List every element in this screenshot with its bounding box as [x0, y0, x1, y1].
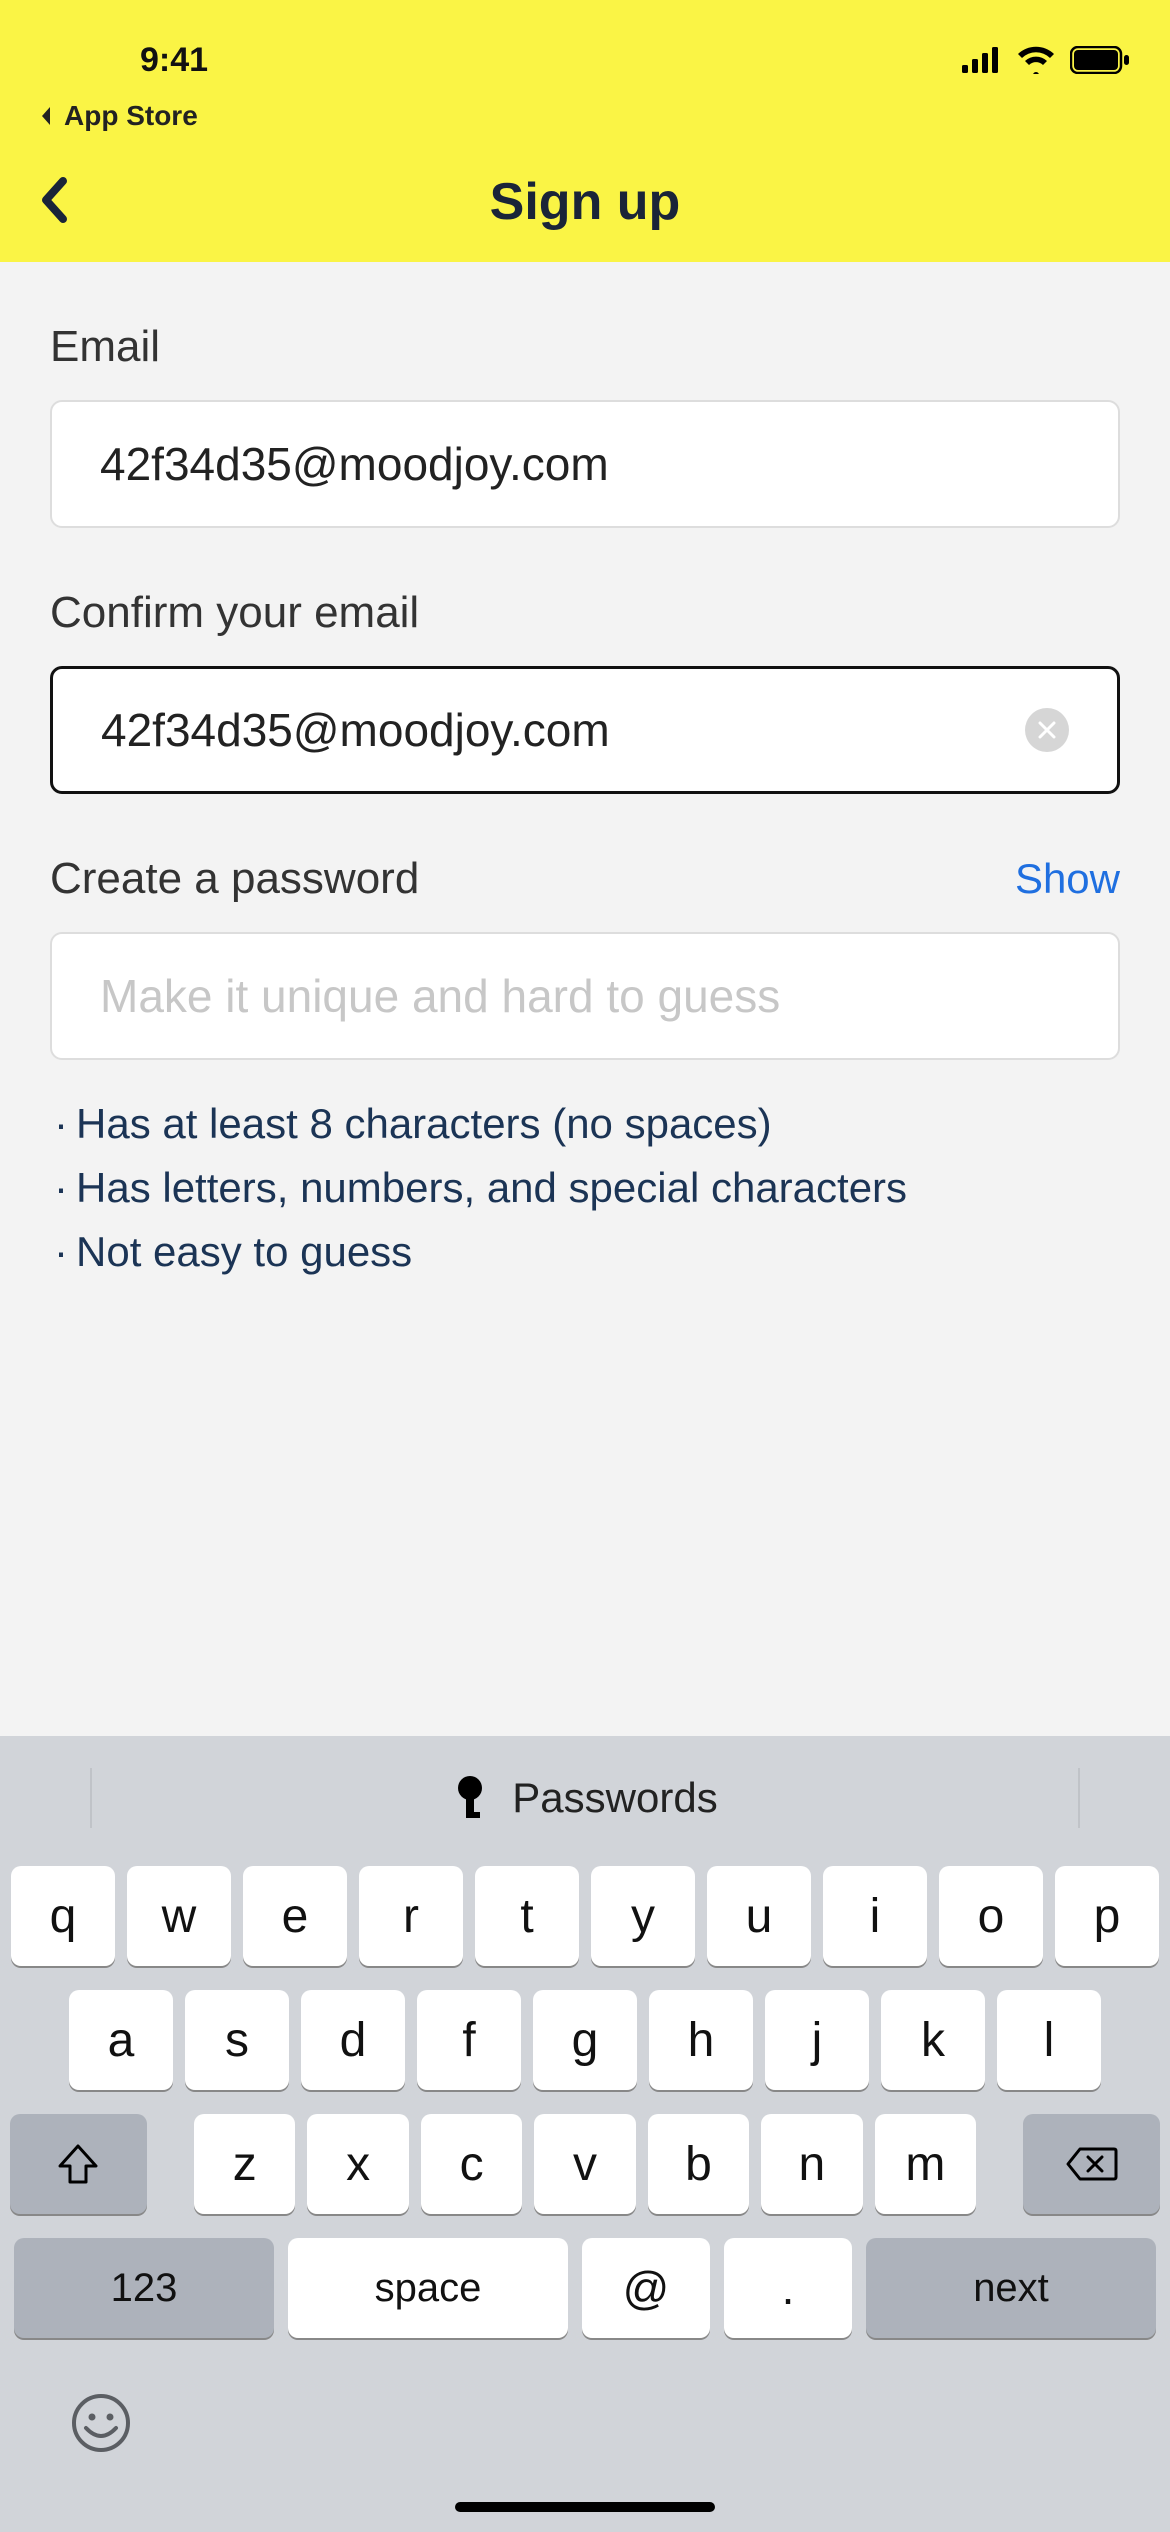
numbers-key[interactable]: 123 — [14, 2238, 274, 2338]
status-icons — [962, 46, 1130, 74]
key-d[interactable]: d — [301, 1990, 405, 2090]
key-l[interactable]: l — [997, 1990, 1101, 2090]
key-x[interactable]: x — [307, 2114, 408, 2214]
caret-left-icon — [38, 105, 54, 127]
key-u[interactable]: u — [707, 1866, 811, 1966]
key-c[interactable]: c — [421, 2114, 522, 2214]
key-o[interactable]: o — [939, 1866, 1043, 1966]
email-group: Email 42f34d35@moodjoy.com — [50, 322, 1120, 528]
key-g[interactable]: g — [533, 1990, 637, 2090]
confirm-email-value: 42f34d35@moodjoy.com — [101, 703, 1025, 757]
confirm-email-field[interactable]: 42f34d35@moodjoy.com — [50, 666, 1120, 794]
dot-key[interactable]: . — [724, 2238, 852, 2338]
keyboard-row-3: z x c v b n m — [10, 2114, 1160, 2214]
key-z[interactable]: z — [194, 2114, 295, 2214]
password-group: Create a password Show Make it unique an… — [50, 854, 1120, 1283]
key-f[interactable]: f — [417, 1990, 521, 2090]
clear-button[interactable] — [1025, 708, 1069, 752]
back-button[interactable] — [38, 177, 70, 228]
rule-item: ·Has letters, numbers, and special chara… — [52, 1156, 1120, 1220]
key-icon — [452, 1774, 488, 1822]
password-rules: ·Has at least 8 characters (no spaces) ·… — [50, 1092, 1120, 1283]
signup-form: Email 42f34d35@moodjoy.com Confirm your … — [0, 262, 1170, 1283]
key-b[interactable]: b — [648, 2114, 749, 2214]
key-a[interactable]: a — [69, 1990, 173, 2090]
keyboard-row-1: q w e r t y u i o p — [10, 1866, 1160, 1966]
keyboard-row-4: 123 space @ . next — [10, 2238, 1160, 2338]
emoji-icon — [70, 2392, 132, 2454]
passwords-suggestion: Passwords — [512, 1774, 717, 1822]
cellular-icon — [962, 47, 1002, 73]
key-p[interactable]: p — [1055, 1866, 1159, 1966]
key-j[interactable]: j — [765, 1990, 869, 2090]
at-key[interactable]: @ — [582, 2238, 710, 2338]
close-icon — [1038, 721, 1056, 739]
chevron-left-icon — [38, 177, 70, 223]
rule-item: ·Has at least 8 characters (no spaces) — [52, 1092, 1120, 1156]
key-v[interactable]: v — [534, 2114, 635, 2214]
key-k[interactable]: k — [881, 1990, 985, 2090]
key-s[interactable]: s — [185, 1990, 289, 2090]
home-indicator[interactable] — [455, 2502, 715, 2512]
key-t[interactable]: t — [475, 1866, 579, 1966]
status-time: 9:41 — [40, 41, 208, 80]
back-to-appstore[interactable]: App Store — [0, 100, 1170, 142]
wifi-icon — [1016, 46, 1056, 74]
rule-item: ·Not easy to guess — [52, 1220, 1120, 1284]
key-r[interactable]: r — [359, 1866, 463, 1966]
status-bar: 9:41 — [0, 0, 1170, 100]
email-value: 42f34d35@moodjoy.com — [100, 437, 1070, 491]
show-password-link[interactable]: Show — [1015, 855, 1120, 903]
back-appstore-label: App Store — [64, 100, 198, 132]
key-q[interactable]: q — [11, 1866, 115, 1966]
keyboard-suggestion-bar[interactable]: Passwords — [0, 1748, 1170, 1848]
email-field[interactable]: 42f34d35@moodjoy.com — [50, 400, 1120, 528]
page-title: Sign up — [0, 172, 1170, 232]
backspace-icon — [1066, 2145, 1118, 2183]
next-key[interactable]: next — [866, 2238, 1156, 2338]
emoji-key[interactable] — [70, 2392, 132, 2459]
password-placeholder: Make it unique and hard to guess — [100, 969, 780, 1023]
confirm-email-group: Confirm your email 42f34d35@moodjoy.com — [50, 588, 1120, 794]
battery-icon — [1070, 46, 1130, 74]
shift-key[interactable] — [10, 2114, 147, 2214]
space-key[interactable]: space — [288, 2238, 568, 2338]
shift-icon — [56, 2142, 100, 2186]
backspace-key[interactable] — [1023, 2114, 1160, 2214]
key-y[interactable]: y — [591, 1866, 695, 1966]
email-label: Email — [50, 322, 1120, 372]
keyboard: Passwords q w e r t y u i o p a s d f g … — [0, 1736, 1170, 2532]
key-e[interactable]: e — [243, 1866, 347, 1966]
password-label: Create a password — [50, 854, 419, 904]
key-h[interactable]: h — [649, 1990, 753, 2090]
password-field[interactable]: Make it unique and hard to guess — [50, 932, 1120, 1060]
key-w[interactable]: w — [127, 1866, 231, 1966]
key-n[interactable]: n — [761, 2114, 862, 2214]
key-i[interactable]: i — [823, 1866, 927, 1966]
key-m[interactable]: m — [875, 2114, 976, 2214]
confirm-email-label: Confirm your email — [50, 588, 1120, 638]
keyboard-row-2: a s d f g h j k l — [10, 1990, 1160, 2090]
nav-bar: Sign up — [0, 142, 1170, 262]
